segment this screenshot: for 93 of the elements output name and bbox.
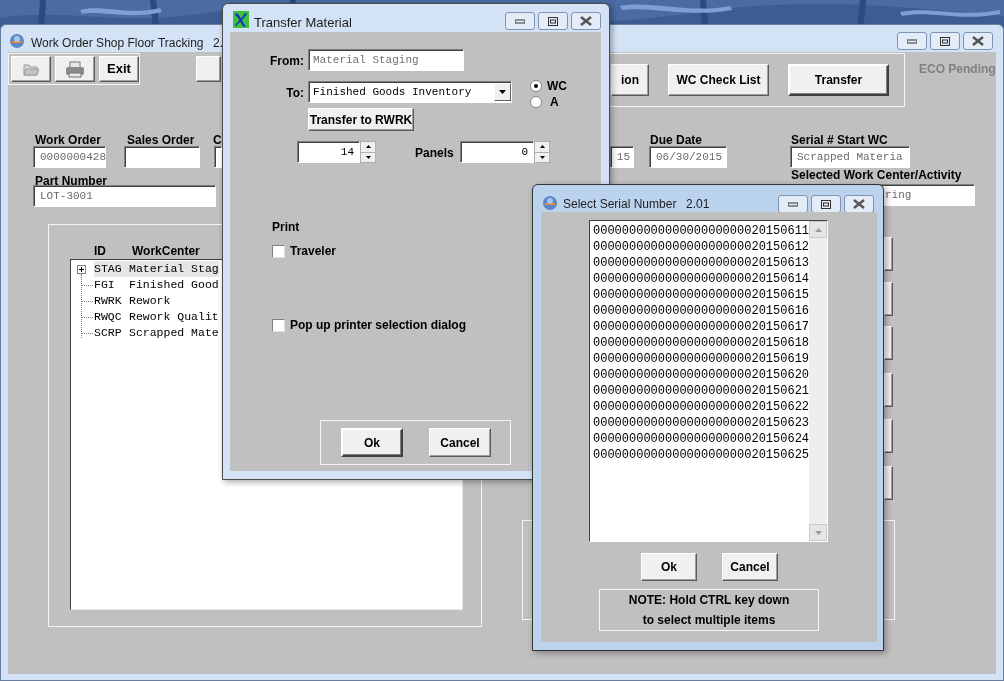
- text-field[interactable]: 0000000428: [33, 146, 106, 168]
- down-arrow-icon: [814, 530, 822, 535]
- folder-icon: [23, 62, 39, 76]
- radio-label: A: [550, 94, 559, 111]
- minimize-icon: [907, 38, 917, 44]
- app-logo-icon: [9, 33, 25, 49]
- maximize-button[interactable]: [538, 12, 568, 30]
- transfer-button[interactable]: Transfer to RWRK: [308, 108, 414, 131]
- minimize-icon: [515, 18, 525, 24]
- scrollbar[interactable]: [809, 221, 827, 541]
- text-field[interactable]: 15: [610, 146, 634, 168]
- expand-icon[interactable]: [77, 264, 86, 274]
- field-label: Serial # Start WC: [791, 132, 888, 149]
- number-field[interactable]: 14: [297, 141, 360, 163]
- ok-button[interactable]: Ok: [641, 553, 697, 581]
- side-button[interactable]: [884, 419, 893, 453]
- close-button[interactable]: [571, 12, 601, 30]
- checkbox[interactable]: [272, 318, 285, 332]
- note-text: NOTE: Hold CTRL key down: [628, 592, 790, 609]
- side-button[interactable]: [884, 282, 893, 316]
- tree-item[interactable]: FGI Finished Good: [94, 277, 219, 293]
- version-text: 2.: [213, 35, 223, 52]
- tree-item[interactable]: RWQC Rework Qualit: [94, 309, 219, 325]
- side-button[interactable]: [884, 373, 893, 407]
- caret-icon: [499, 90, 506, 94]
- radio-button[interactable]: [530, 80, 542, 92]
- ok-button[interactable]: Ok: [341, 428, 403, 457]
- maximize-button[interactable]: [811, 195, 841, 213]
- maximize-button[interactable]: [930, 32, 960, 50]
- field-label: Selected Work Center/Activity: [791, 168, 962, 182]
- note-text: to select multiple items: [642, 612, 776, 629]
- window-title: Work Order Shop Floor Tracking: [31, 35, 204, 52]
- spin-buttons[interactable]: [534, 141, 550, 163]
- up-arrow-icon: [814, 227, 822, 232]
- status-text: ECO Pending: [919, 61, 996, 78]
- field-label: From:: [269, 53, 304, 70]
- maximize-icon: [821, 199, 831, 209]
- app-logo-icon: [542, 195, 558, 211]
- up-arrow-icon: [539, 145, 545, 149]
- spin-buttons[interactable]: [360, 141, 376, 163]
- side-button[interactable]: [884, 466, 893, 500]
- text-field[interactable]: Scrapped Materia: [790, 146, 910, 168]
- cancel-button[interactable]: Cancel: [429, 428, 491, 457]
- field-label: C: [213, 132, 222, 149]
- number-field[interactable]: 0: [460, 141, 534, 163]
- tree-item[interactable]: SCRP Scrapped Mate: [94, 325, 219, 341]
- dropdown[interactable]: Finished Goods Inventory: [308, 81, 512, 103]
- field-label: Work Order: [35, 132, 101, 149]
- cancel-button[interactable]: Cancel: [722, 553, 778, 581]
- version-text: 2.01: [686, 196, 710, 213]
- radio-label: WC: [547, 78, 567, 95]
- side-button[interactable]: [884, 237, 893, 271]
- text-field[interactable]: LOT-3001: [33, 185, 216, 207]
- close-icon: [972, 36, 984, 46]
- printer-icon: [65, 60, 85, 78]
- close-icon: [853, 199, 865, 209]
- column-header: WorkCenter: [132, 243, 200, 260]
- text-field[interactable]: [124, 146, 200, 168]
- dialog-title: Transfer Material: [254, 14, 352, 32]
- checkbox[interactable]: [272, 244, 285, 258]
- text-field[interactable]: 06/30/2015: [649, 146, 727, 168]
- tree-item[interactable]: RWRK Rework: [94, 293, 171, 309]
- text-field[interactable]: [214, 146, 222, 168]
- field-label: To:: [285, 85, 304, 102]
- open-button[interactable]: [11, 56, 51, 82]
- tree-item[interactable]: STAG Material Stag: [94, 261, 219, 277]
- up-arrow-icon: [365, 145, 371, 149]
- column-header: ID: [94, 243, 106, 260]
- exit-button[interactable]: Exit: [99, 56, 139, 82]
- close-button[interactable]: [844, 195, 874, 213]
- field-label: Panels: [415, 145, 454, 162]
- field-label: Sales Order: [127, 132, 195, 149]
- text-field[interactable]: Material Staging: [308, 49, 464, 71]
- maximize-icon: [548, 16, 558, 26]
- section-label: Print: [272, 219, 300, 236]
- radio-button[interactable]: [530, 96, 542, 108]
- action-button[interactable]: WC Check List: [668, 64, 769, 96]
- app-icon: [233, 11, 249, 28]
- maximize-icon: [940, 36, 950, 46]
- action-button[interactable]: ion: [611, 64, 649, 96]
- close-button[interactable]: [963, 32, 993, 50]
- toolbar-button[interactable]: [196, 56, 221, 82]
- close-icon: [580, 16, 592, 26]
- action-button[interactable]: Transfer: [788, 64, 889, 96]
- down-arrow-icon: [539, 155, 545, 159]
- side-button[interactable]: [884, 326, 893, 360]
- dialog-title: Select Serial Number: [563, 196, 677, 213]
- down-arrow-icon: [365, 155, 371, 159]
- checkbox-label: Traveler: [290, 243, 337, 260]
- checkbox-label: Pop up printer selection dialog: [290, 317, 466, 334]
- field-label: Due Date: [650, 132, 702, 149]
- minimize-icon: [788, 201, 798, 207]
- print-button[interactable]: [55, 56, 95, 82]
